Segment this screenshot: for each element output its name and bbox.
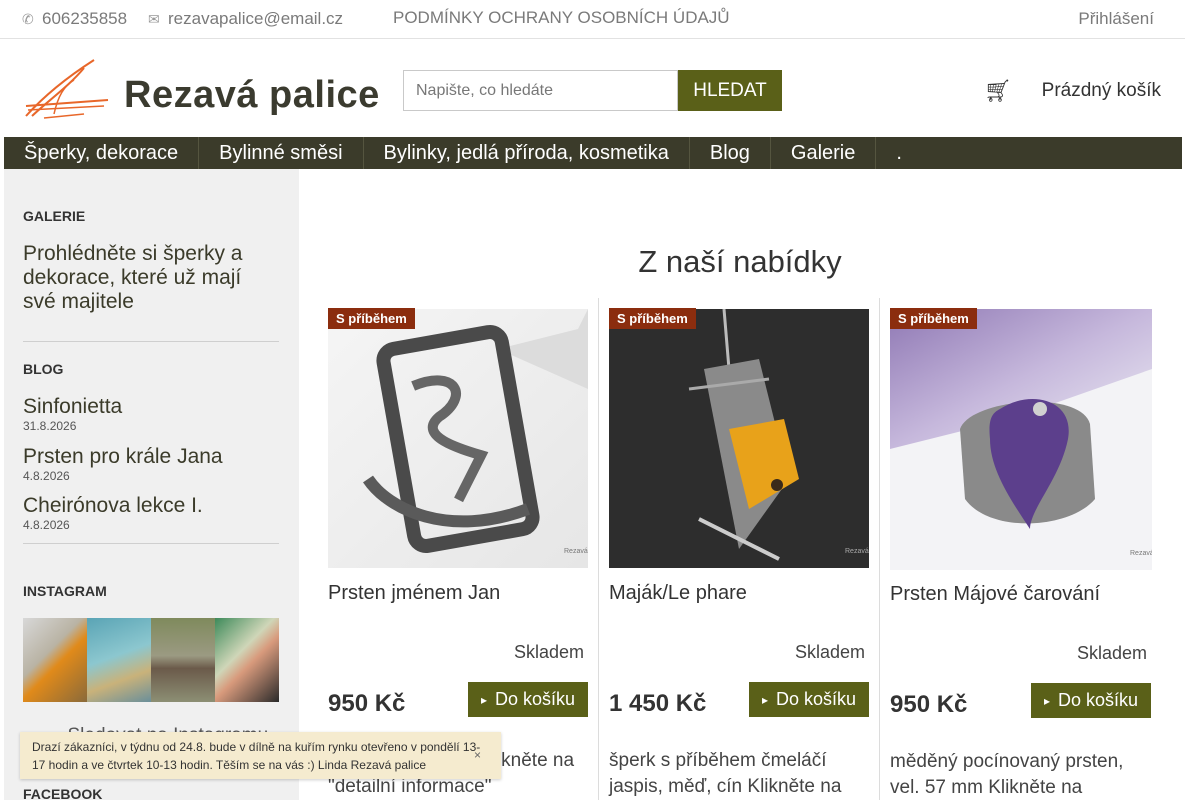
- cart-small-icon: ▸: [761, 692, 768, 707]
- search-button[interactable]: HLEDAT: [678, 70, 782, 111]
- announcement-text: Drazí zákazníci, v týdnu od 24.8. bude v…: [32, 740, 481, 772]
- blog-post-date: 4.8.2026: [23, 469, 70, 483]
- product-card[interactable]: S příběhem Rezavá Maják/Le phare Skladem…: [598, 298, 879, 800]
- instagram-feed[interactable]: [23, 618, 279, 702]
- privacy-link[interactable]: PODMÍNKY OCHRANY OSOBNÍCH ÚDAJŮ: [393, 8, 730, 28]
- nav-item-herbal-mixes[interactable]: Bylinné směsi: [199, 137, 364, 169]
- story-badge: S příběhem: [609, 308, 696, 329]
- blog-post-title: Prsten pro krále Jana: [23, 445, 223, 468]
- cart-label: Prázdný košík: [1041, 80, 1161, 101]
- blog-post-date: 31.8.2026: [23, 419, 77, 433]
- blog-post-date: 4.8.2026: [23, 518, 70, 532]
- gallery-link[interactable]: Prohlédněte si šperky a dekorace, které …: [23, 242, 279, 314]
- instagram-thumb[interactable]: [215, 618, 279, 702]
- top-bar: ✆ 606235858 ✉ rezavapalice@email.cz PODM…: [0, 0, 1185, 39]
- instagram-thumb[interactable]: [151, 618, 215, 702]
- sidebar-gallery: GALERIE: [23, 208, 279, 224]
- product-image[interactable]: Rezavá: [609, 309, 869, 568]
- blog-post[interactable]: Sinfonietta 31.8.2026: [23, 395, 279, 433]
- blog-post[interactable]: Prsten pro krále Jana 4.8.2026: [23, 445, 279, 483]
- product-grid: S příběhem Rezavá Prsten jménem Jan Skla…: [318, 298, 1170, 800]
- svg-text:Rezavá: Rezavá: [845, 548, 869, 555]
- sidebar: GALERIE Prohlédněte si šperky a dekorace…: [4, 169, 299, 800]
- phone-link[interactable]: ✆ 606235858: [22, 9, 127, 29]
- blog-heading: BLOG: [23, 361, 64, 377]
- add-to-cart-label: Do košíku: [1057, 690, 1139, 710]
- svg-text:Rezavá: Rezavá: [564, 548, 588, 555]
- cart[interactable]: 🛒︎ Prázdný košík: [984, 78, 1161, 104]
- product-name[interactable]: Prsten Májové čarování: [890, 583, 1100, 606]
- logo-mark-icon: [25, 59, 109, 119]
- stock-status: Skladem: [514, 642, 585, 662]
- product-image[interactable]: Rezavá: [328, 309, 588, 568]
- story-badge: S příběhem: [890, 308, 977, 329]
- email-link[interactable]: ✉ rezavapalice@email.cz: [148, 9, 343, 29]
- phone-icon: ✆: [22, 10, 34, 27]
- cart-small-icon: ▸: [480, 692, 487, 707]
- sidebar-blog: BLOG: [23, 361, 279, 377]
- add-to-cart-button[interactable]: ▸ Do košíku: [1031, 683, 1151, 718]
- divider: [23, 543, 279, 544]
- header: Rezavá palice HLEDAT 🛒︎ Prázdný košík: [0, 40, 1185, 136]
- product-card[interactable]: S příběhem Rezavá Prsten jménem Jan Skla…: [328, 298, 609, 800]
- nav-item-gallery[interactable]: Galerie: [771, 137, 877, 169]
- add-to-cart-button[interactable]: ▸ Do košíku: [468, 682, 588, 717]
- product-price: 950 Kč: [328, 690, 406, 717]
- product-name[interactable]: Maják/Le phare: [609, 582, 747, 605]
- svg-text:Rezavá: Rezavá: [1130, 550, 1152, 557]
- nav-item-blog[interactable]: Blog: [690, 137, 771, 169]
- stock-status: Skladem: [795, 642, 866, 662]
- sidebar-instagram: INSTAGRAM: [23, 583, 279, 599]
- nav-item-more[interactable]: .: [876, 137, 922, 169]
- search-input[interactable]: [403, 70, 678, 111]
- login-link[interactable]: Přihlášení: [1078, 9, 1154, 29]
- logo-text: Rezavá palice: [124, 74, 380, 116]
- add-to-cart-button[interactable]: ▸ Do košíku: [749, 682, 869, 717]
- nav-item-jewelry[interactable]: Šperky, dekorace: [4, 137, 200, 169]
- cart-icon: 🛒︎: [983, 78, 1012, 103]
- nav-item-herbs[interactable]: Bylinky, jedlá příroda, kosmetika: [364, 137, 690, 169]
- product-name[interactable]: Prsten jménem Jan: [328, 582, 500, 605]
- facebook-heading: FACEBOOK: [23, 786, 103, 800]
- product-card[interactable]: S příběhem Rezavá Prsten Májové čarování…: [879, 298, 1160, 800]
- product-price: 950 Kč: [890, 691, 968, 718]
- instagram-heading: INSTAGRAM: [23, 583, 107, 599]
- stock-status: Skladem: [1077, 643, 1148, 663]
- divider: [23, 341, 279, 342]
- add-to-cart-label: Do košíku: [775, 689, 857, 709]
- announcement-banner: Drazí zákazníci, v týdnu od 24.8. bude v…: [20, 732, 501, 779]
- search-form: HLEDAT: [403, 70, 782, 111]
- email-address: rezavapalice@email.cz: [168, 9, 344, 28]
- add-to-cart-label: Do košíku: [494, 689, 576, 709]
- product-description: měděný pocínovaný prsten, vel. 57 mm Kli…: [890, 751, 1124, 798]
- story-badge: S příběhem: [328, 308, 415, 329]
- product-image[interactable]: Rezavá: [890, 309, 1152, 570]
- instagram-thumb[interactable]: [23, 618, 87, 702]
- page: ✆ 606235858 ✉ rezavapalice@email.cz PODM…: [0, 0, 1200, 800]
- main-nav: Šperky, dekorace Bylinné směsi Bylinky, …: [4, 137, 1182, 169]
- logo[interactable]: Rezavá palice: [24, 56, 400, 120]
- blog-post-title: Cheirónova lekce I.: [23, 494, 203, 517]
- sidebar-facebook: FACEBOOK: [23, 786, 279, 800]
- blog-post-title: Sinfonietta: [23, 395, 123, 418]
- instagram-thumb[interactable]: [87, 618, 151, 702]
- gallery-heading: GALERIE: [23, 208, 86, 224]
- product-description: šperk s příběhem čmeláčí jaspis, měď, cí…: [609, 750, 842, 797]
- product-price: 1 450 Kč: [609, 690, 707, 717]
- phone-number: 606235858: [42, 9, 128, 28]
- page-title: Z naší nabídky: [638, 244, 842, 279]
- blog-post[interactable]: Cheirónova lekce I. 4.8.2026: [23, 494, 279, 532]
- close-icon[interactable]: ×: [474, 746, 481, 764]
- mail-icon: ✉: [148, 10, 160, 27]
- cart-small-icon: ▸: [1043, 693, 1050, 708]
